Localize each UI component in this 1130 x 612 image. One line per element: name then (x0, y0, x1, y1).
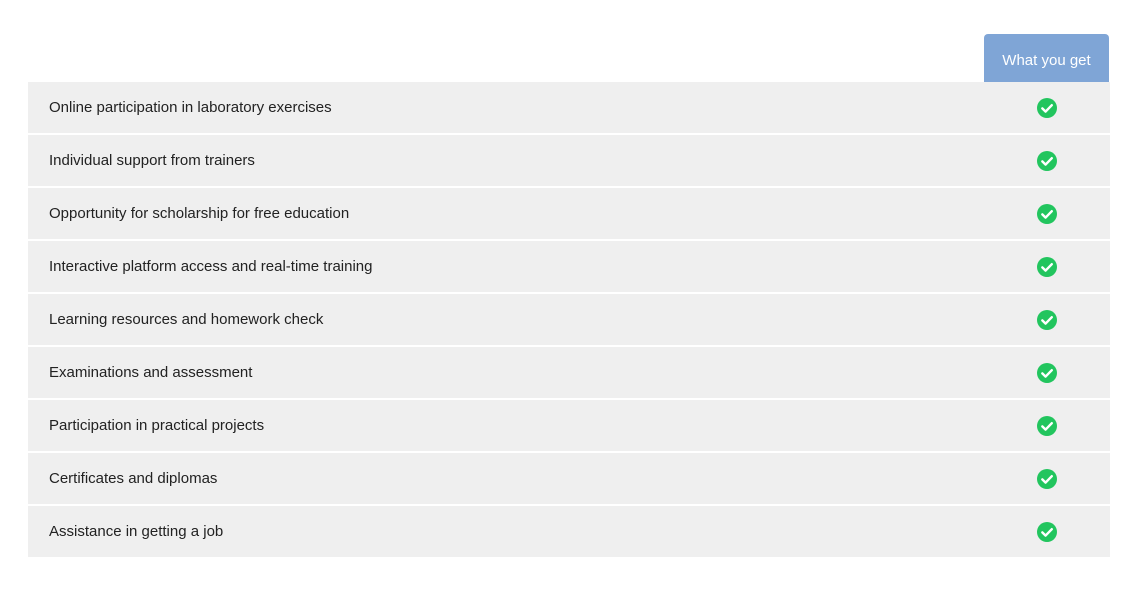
table-row: Interactive platform access and real-tim… (28, 241, 1110, 294)
check-circle-icon (1036, 521, 1057, 542)
included-cell (983, 521, 1110, 542)
check-circle-icon (1036, 97, 1057, 118)
feature-label: Learning resources and homework check (49, 311, 324, 328)
table-row: Opportunity for scholarship for free edu… (28, 188, 1110, 241)
included-cell (983, 203, 1110, 224)
included-cell (983, 150, 1110, 171)
feature-label: Certificates and diplomas (49, 470, 218, 487)
included-cell (983, 468, 1110, 489)
included-cell (983, 256, 1110, 277)
table-header-row: What you get (28, 34, 1110, 82)
table-row: Individual support from trainers (28, 135, 1110, 188)
feature-label: Examinations and assessment (49, 364, 253, 381)
table-row: Assistance in getting a job (28, 506, 1110, 557)
check-circle-icon (1036, 309, 1057, 330)
check-circle-icon (1036, 256, 1057, 277)
included-cell (983, 97, 1110, 118)
table-row: Online participation in laboratory exerc… (28, 82, 1110, 135)
feature-label: Participation in practical projects (49, 417, 265, 434)
feature-label: Assistance in getting a job (49, 523, 224, 540)
feature-label: Interactive platform access and real-tim… (49, 258, 373, 275)
check-circle-icon (1036, 415, 1057, 436)
check-circle-icon (1036, 203, 1057, 224)
table-row: Learning resources and homework check (28, 294, 1110, 347)
feature-label: Individual support from trainers (49, 152, 255, 169)
features-table: What you get Online participation in lab… (28, 34, 1110, 557)
check-circle-icon (1036, 150, 1057, 171)
included-cell (983, 309, 1110, 330)
what-you-get-header: What you get (984, 34, 1109, 82)
included-cell (983, 362, 1110, 383)
feature-label: Opportunity for scholarship for free edu… (49, 205, 350, 222)
check-circle-icon (1036, 468, 1057, 489)
table-row: Examinations and assessment (28, 347, 1110, 400)
feature-label: Online participation in laboratory exerc… (49, 99, 332, 116)
included-cell (983, 415, 1110, 436)
table-row: Certificates and diplomas (28, 453, 1110, 506)
check-circle-icon (1036, 362, 1057, 383)
table-row: Participation in practical projects (28, 400, 1110, 453)
features-list: Online participation in laboratory exerc… (28, 82, 1110, 557)
